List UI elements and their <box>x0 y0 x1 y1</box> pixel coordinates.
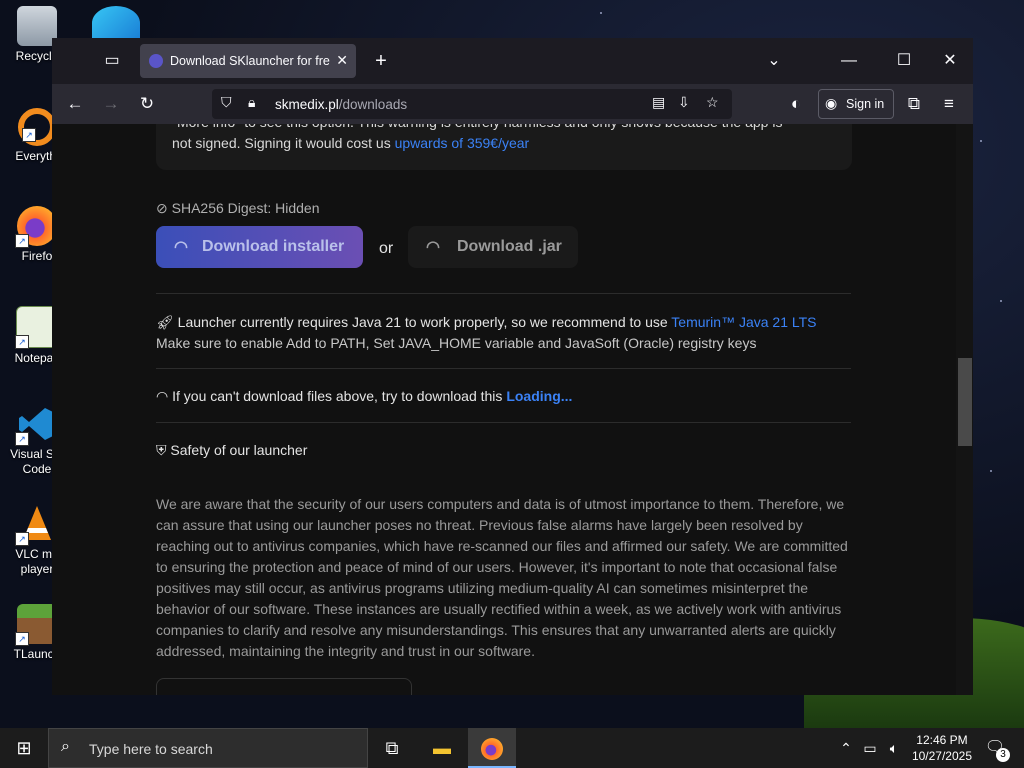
forward-arrow-icon[interactable]: → <box>100 93 122 115</box>
java-path-note: Make sure to enable Add to PATH, Set JAV… <box>156 335 757 351</box>
volume-muted-icon[interactable]: 🔈︎ <box>884 728 904 768</box>
back-arrow-icon[interactable]: ← <box>64 93 86 115</box>
recycle-bin-icon <box>17 6 57 46</box>
network-icon[interactable]: ▭ <box>860 728 880 768</box>
task-view-icon[interactable]: ⧉ <box>368 728 416 768</box>
shield-icon: ⛨ <box>156 442 167 458</box>
tab-active[interactable]: Download SKlauncher for free | ✕ <box>140 44 356 78</box>
tab-bar: ▭ Download SKlauncher for free | ✕ + ⌄ —… <box>52 38 973 84</box>
temurin-link[interactable]: Temurin™ Java 21 LTS <box>671 314 816 330</box>
clock[interactable]: 12:46 PM 10/27/2025 <box>912 732 972 764</box>
browser-window: ▭ Download SKlauncher for free | ✕ + ⌄ —… <box>52 38 973 695</box>
list-tabs-chevron-down-icon[interactable]: ⌄ <box>763 50 785 72</box>
save-page-icon[interactable]: ⇩ <box>678 94 690 111</box>
url-bar[interactable]: ⛉ 🔒︎ skmedix.pl/downloads ▤ ⇩ ☆ <box>212 89 732 119</box>
url-path: /downloads <box>338 97 408 112</box>
shield-icon[interactable]: ⛉ <box>221 94 232 111</box>
vscode-icon: ↗ <box>15 404 57 446</box>
partial-button-below[interactable] <box>156 678 412 695</box>
chevron-up-icon[interactable]: ⌃ <box>836 728 856 768</box>
divider <box>156 368 851 369</box>
sha-digest: ⊘ SHA256 Digest: Hidden <box>156 200 320 216</box>
favicon-icon <box>149 54 163 68</box>
windows-start-icon[interactable]: ⊞ <box>0 728 48 768</box>
notification-count-badge: 3 <box>996 748 1010 762</box>
extension-theme-icon[interactable]: ◐ <box>785 93 807 115</box>
taskbar: ⊞ ⌕ Type here to search ⧉ ▬ ⌃ ▭ 🔈︎ 12:46… <box>0 728 1024 768</box>
url-host: skmedix.pl <box>275 97 339 112</box>
everything-search-icon: ↗ <box>18 108 56 146</box>
cost-link[interactable]: upwards of 359€/year <box>395 135 530 151</box>
spinner-icon: ◠ <box>174 239 188 256</box>
nav-bar: ← → ↻ ⛉ 🔒︎ skmedix.pl/downloads ▤ ⇩ ☆ ◐ … <box>52 84 973 124</box>
lock-icon[interactable]: 🔒︎ <box>248 94 255 111</box>
alt-download-link[interactable]: Loading... <box>506 388 572 404</box>
account-icon: ◉ <box>825 95 838 111</box>
or-label: or <box>379 240 394 257</box>
spinner-icon: ◠ <box>156 388 169 404</box>
menu-hamburger-icon[interactable]: ≡ <box>938 93 960 115</box>
download-jar-button[interactable]: ◠ Download .jar <box>408 226 578 268</box>
page-content: "More info" to see this option. This war… <box>52 124 973 695</box>
close-tab-icon[interactable]: ✕ <box>336 52 348 69</box>
firefox-view-icon[interactable]: ▭ <box>101 50 123 72</box>
eye-off-icon: ⊘ <box>156 200 168 216</box>
reload-icon[interactable]: ↻ <box>136 93 158 115</box>
tab-title: Download SKlauncher for free | <box>170 54 330 68</box>
maximize-icon[interactable]: ☐ <box>893 50 915 72</box>
divider <box>156 293 851 294</box>
java-requirement: 🚀︎ Launcher currently requires Java 21 t… <box>156 314 817 330</box>
vlc-icon: ↗ <box>15 504 57 546</box>
new-tab-icon[interactable]: + <box>370 50 392 72</box>
tlauncher-icon: ↗ <box>15 604 57 646</box>
bookmark-star-icon[interactable]: ☆ <box>706 94 719 111</box>
rocket-icon: 🚀︎ <box>156 314 174 330</box>
taskbar-search[interactable]: ⌕ Type here to search <box>48 728 368 768</box>
scrollbar-thumb[interactable] <box>958 358 972 446</box>
scrollbar[interactable] <box>956 124 973 695</box>
divider <box>156 422 851 423</box>
file-explorer-icon[interactable]: ▬ <box>418 728 466 768</box>
notifications-icon[interactable]: 🗨︎ 3 <box>978 728 1012 768</box>
edge-icon[interactable] <box>92 6 140 40</box>
unsigned-warning-box: "More info" to see this option. This war… <box>156 124 852 170</box>
close-window-icon[interactable]: ✕ <box>939 50 961 72</box>
minimize-icon[interactable]: — <box>838 50 860 72</box>
safety-heading: ⛨ Safety of our launcher <box>156 442 308 458</box>
firefox-taskbar-icon[interactable] <box>468 728 516 768</box>
reader-view-icon[interactable]: ▤ <box>652 94 665 111</box>
search-icon: ⌕ <box>61 738 70 755</box>
sign-in-button[interactable]: ◉ Sign in <box>818 89 894 119</box>
alt-download-line: ◠ If you can't download files above, try… <box>156 388 573 404</box>
safety-paragraph: We are aware that the security of our us… <box>156 496 848 659</box>
spinner-icon: ◠ <box>426 239 440 256</box>
firefox-icon: ↗ <box>15 206 57 248</box>
extensions-puzzle-icon[interactable]: ⧉ <box>903 93 925 115</box>
download-installer-button[interactable]: ◠ Download installer <box>156 226 363 268</box>
